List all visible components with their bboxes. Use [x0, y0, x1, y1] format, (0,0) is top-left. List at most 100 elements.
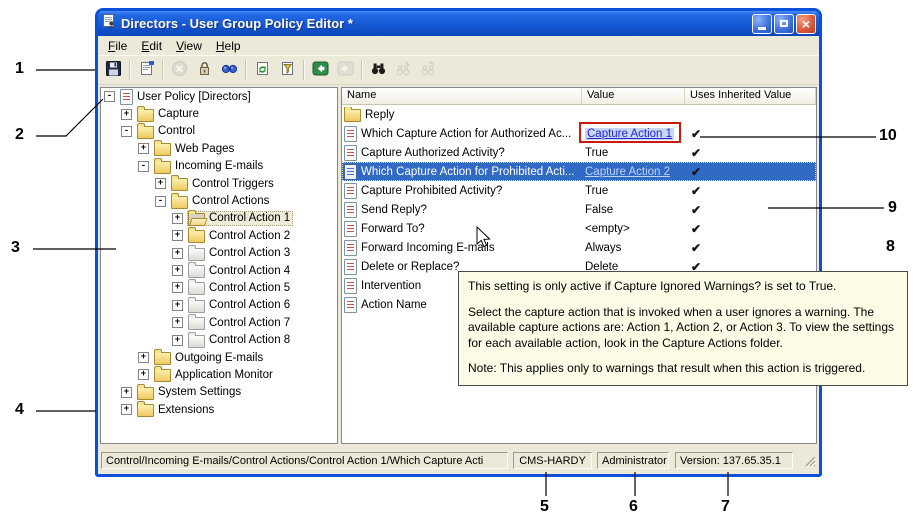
tree-item-application-monitor[interactable]: +Application Monitor [101, 366, 337, 383]
filter-icon [279, 60, 296, 80]
menu-file[interactable]: File [101, 37, 134, 55]
tree-expander[interactable]: + [172, 248, 183, 259]
tree-expander[interactable]: + [172, 265, 183, 276]
tree-item-web-pages[interactable]: +Web Pages [101, 140, 337, 157]
column-header-value[interactable]: Value [582, 88, 685, 105]
tree-expander[interactable]: + [172, 230, 183, 241]
toolbar-find-next-button [391, 58, 416, 82]
tree-expander[interactable]: - [121, 126, 132, 137]
tree-item-control-action-5[interactable]: + Control Action 5 [101, 279, 337, 296]
menu-help[interactable]: Help [209, 37, 248, 55]
tree-item-capture[interactable]: +Capture [101, 105, 337, 122]
tree-expander[interactable]: + [121, 387, 132, 398]
tree-expander[interactable]: + [172, 317, 183, 328]
value-link[interactable]: Capture Action 2 [585, 166, 670, 178]
find-previous-icon [420, 60, 437, 80]
tree-expander[interactable]: + [172, 282, 183, 293]
list-row-forward-to[interactable]: Forward To?<empty>✔ [342, 219, 816, 238]
toolbar-save-button[interactable] [101, 58, 126, 82]
cell-value: Capture Action 1 [582, 128, 685, 140]
toolbar-find-button[interactable] [366, 58, 391, 82]
tree-item-content: Control Action 7 [187, 315, 293, 330]
toolbar-filter-button[interactable] [275, 58, 300, 82]
folder-icon [344, 109, 361, 122]
folder-icon [154, 143, 171, 156]
view-icon [221, 60, 238, 80]
back-icon [312, 60, 329, 80]
tree-expander[interactable]: + [172, 213, 183, 224]
title-bar[interactable]: Directors - User Group Policy Editor * × [98, 11, 819, 36]
tree-item-user-policy-directors[interactable]: -User Policy [Directors] [101, 88, 337, 105]
toolbar-view-button[interactable] [217, 58, 242, 82]
tree-expander[interactable]: - [138, 161, 149, 172]
column-header-name[interactable]: Name [342, 88, 582, 105]
list-row-which-capture-action-for-prohibited-acti[interactable]: Which Capture Action for Prohibited Acti… [342, 162, 816, 181]
folder-icon [188, 265, 205, 278]
tree-item-outgoing-e-mails[interactable]: +Outgoing E-mails [101, 349, 337, 366]
tree-expander[interactable]: + [138, 352, 149, 363]
tree-item-control-action-7[interactable]: + Control Action 7 [101, 314, 337, 331]
tree-item-label: Control Action 4 [209, 265, 290, 277]
tree-expander[interactable]: - [155, 196, 166, 207]
list-row-reply[interactable]: Reply [342, 105, 816, 124]
close-button[interactable]: × [796, 14, 816, 34]
maximize-button[interactable] [774, 14, 794, 34]
menu-edit[interactable]: Edit [134, 37, 169, 55]
setting-tooltip: This setting is only active if Capture I… [458, 271, 908, 386]
folder-icon [171, 196, 188, 209]
callout-label-5: 5 [540, 498, 549, 516]
tree-expander[interactable]: + [121, 109, 132, 120]
tree-item-extensions[interactable]: +Extensions [101, 401, 337, 418]
document-icon [344, 240, 357, 256]
value-link[interactable]: Capture Action 1 [585, 128, 674, 140]
column-header-uses-inherited-value[interactable]: Uses Inherited Value [685, 88, 816, 105]
tree-expander[interactable]: + [138, 143, 149, 154]
tree-item-content: User Policy [Directors] [119, 89, 254, 105]
list-row-which-capture-action-for-authorized-ac[interactable]: Which Capture Action for Authorized Ac..… [342, 124, 816, 143]
tree-expander[interactable]: - [104, 91, 115, 102]
tree-item-content: Control Action 1 [187, 211, 293, 226]
list-row-capture-prohibited-activity[interactable]: Capture Prohibited Activity?True✔ [342, 181, 816, 200]
cell-value: Capture Action 2 [582, 166, 685, 178]
tree-item-label: Control Action 5 [209, 282, 290, 294]
callout-label-7: 7 [721, 498, 730, 516]
tree-item-system-settings[interactable]: +System Settings [101, 384, 337, 401]
cell-name: Which Capture Action for Authorized Ac..… [342, 126, 582, 142]
menu-view[interactable]: View [169, 37, 209, 55]
tree-expander[interactable]: + [172, 335, 183, 346]
tree-item-control-action-2[interactable]: +Control Action 2 [101, 227, 337, 244]
list-panel: Name Value Uses Inherited Value Reply Whi… [341, 87, 817, 444]
tooltip-paragraph: Note: This applies only to warnings that… [468, 361, 898, 377]
folder-icon [137, 387, 154, 400]
toolbar-properties-button[interactable] [134, 58, 159, 82]
resize-grip-icon[interactable] [803, 454, 817, 468]
cell-name: Send Reply? [342, 202, 582, 218]
minimize-button[interactable] [752, 14, 772, 34]
tree-expander[interactable]: + [155, 178, 166, 189]
toolbar-lock-button[interactable] [192, 58, 217, 82]
checkmark-icon: ✔ [691, 203, 701, 217]
status-path: Control/Incoming E-mails/Control Actions… [101, 452, 508, 469]
tree-item-control-action-8[interactable]: +Control Action 8 [101, 331, 337, 348]
tree-item-control-triggers[interactable]: +Control Triggers [101, 175, 337, 192]
list-row-forward-incoming-e-mails[interactable]: Forward Incoming E-mailsAlways✔ [342, 238, 816, 257]
tree-item-content: Incoming E-mails [153, 159, 266, 174]
tree-item-control[interactable]: -Control [101, 123, 337, 140]
toolbar-refresh-button[interactable] [250, 58, 275, 82]
app-icon [101, 13, 117, 34]
tree-expander[interactable]: + [121, 404, 132, 415]
list-row-send-reply[interactable]: Send Reply?False✔ [342, 200, 816, 219]
tree-expander[interactable]: + [172, 300, 183, 311]
tree-item-control-action-4[interactable]: + Control Action 4 [101, 262, 337, 279]
checkmark-icon: ✔ [691, 146, 701, 160]
tree-item-control-action-1[interactable]: + Control Action 1 [101, 210, 337, 227]
toolbar-back-button[interactable] [308, 58, 333, 82]
list-row-capture-authorized-activity[interactable]: Capture Authorized Activity?True✔ [342, 143, 816, 162]
tree-item-control-actions[interactable]: -Control Actions [101, 192, 337, 209]
tree-item-incoming-e-mails[interactable]: -Incoming E-mails [101, 158, 337, 175]
cell-name: Capture Authorized Activity? [342, 145, 582, 161]
tree-item-control-action-6[interactable]: +Control Action 6 [101, 297, 337, 314]
tree-expander[interactable]: + [138, 369, 149, 380]
tree-item-content: Control Actions [170, 194, 272, 209]
tree-item-control-action-3[interactable]: +Control Action 3 [101, 245, 337, 262]
